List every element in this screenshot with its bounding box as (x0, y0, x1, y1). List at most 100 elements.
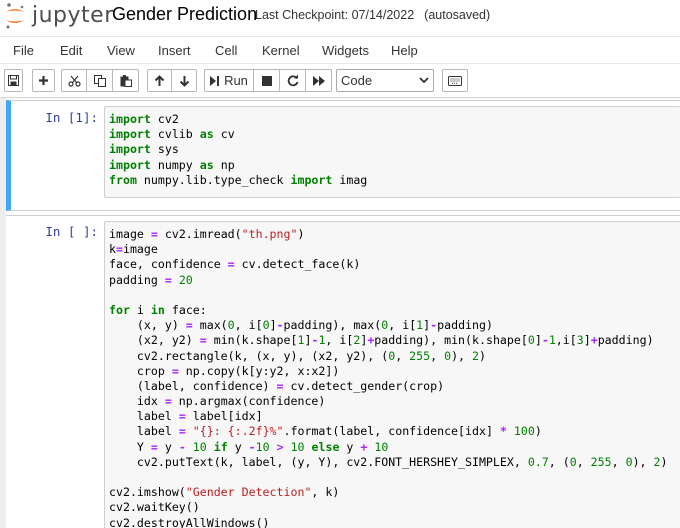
code-token: 2 (472, 348, 479, 363)
code-line: k=image (109, 242, 668, 257)
code-token: else (311, 439, 340, 454)
code-token: ) (297, 227, 305, 241)
code-token: y (339, 439, 361, 454)
code-token: = (185, 318, 193, 333)
code-token: (x2, y2) (109, 333, 200, 348)
menu-widgets[interactable]: Widgets (322, 43, 369, 58)
code-token: label[idx] (185, 409, 263, 424)
save-button[interactable] (4, 69, 23, 92)
cut-button[interactable] (61, 69, 87, 92)
code-line: from numpy.lib.type_check import imag (109, 173, 367, 188)
code-cell-selected[interactable]: In [1]: import cv2 import cvlib as cv impo… (6, 100, 680, 211)
interrupt-button[interactable] (254, 69, 280, 92)
code-line: import sys (109, 142, 367, 157)
code-token: * (499, 424, 507, 439)
code-token: cv2.putText(k, label, (y, Y), cv2.FONT_H… (109, 454, 528, 469)
code-line: cv2.putText(k, label, (y, Y), cv2.FONT_H… (109, 455, 668, 470)
code-token: = (199, 333, 207, 348)
code-token: padding) (437, 318, 493, 333)
code-token: y (157, 439, 179, 454)
code-cell[interactable]: In [ ]: image = cv2.imread("th.png") k=im… (6, 215, 680, 528)
code-token: as (199, 157, 214, 172)
code-token: cv2.waitKey() (109, 500, 200, 515)
code-token: import (290, 172, 333, 187)
arrow-up-icon (154, 74, 165, 86)
code-line: import numpy as np (109, 158, 367, 173)
code-token: ] (583, 333, 591, 348)
menu-file[interactable]: File (13, 43, 34, 58)
autosave-status: (autosaved) (424, 8, 491, 22)
code-token: y (227, 439, 249, 454)
step-forward-icon (210, 75, 220, 86)
cell-type-select[interactable]: Code (336, 69, 434, 92)
plus-icon (39, 76, 48, 85)
code-token: - (276, 318, 284, 333)
code-token: ) (660, 454, 668, 469)
code-token: 255 (590, 454, 612, 469)
code-token: "{}: {:.2f}%" (192, 424, 284, 439)
code-line: import cvlib as cv (109, 127, 367, 142)
code-token: + (590, 333, 598, 348)
code-token: cv (213, 127, 235, 142)
code-token: 0 (444, 348, 452, 363)
code-token: padding (109, 272, 165, 287)
code-token: cvlib (150, 127, 200, 142)
notebook-page: In [1]: import cv2 import cvlib as cv impo… (6, 98, 680, 528)
code-line: (x2, y2) = min(k.shape[1]-1, i[2]+paddin… (109, 333, 668, 348)
menu-view[interactable]: View (107, 43, 135, 58)
code-line: for i in face: (109, 303, 668, 318)
code-token: ), (451, 348, 473, 363)
code-content: image = cv2.imread("th.png") k=image face,… (109, 227, 668, 528)
code-token: 0 (227, 318, 235, 333)
code-line: cv2.rectangle(k, (x, y), (x2, y2), (0, 2… (109, 349, 668, 364)
code-token: 100 (513, 424, 535, 439)
code-token: sys (150, 142, 179, 157)
menu-help[interactable]: Help (391, 43, 418, 58)
checkpoint-status: Last Checkpoint: 07/14/2022 (autosaved) (255, 8, 490, 22)
jupyter-logo[interactable]: jupyter (4, 2, 114, 30)
move-up-button[interactable] (147, 69, 172, 92)
code-line: padding = 20 (109, 273, 668, 288)
code-token: 255 (409, 348, 431, 363)
code-token: = (178, 409, 186, 424)
code-line: cv2.destroyAllWindows() (109, 516, 668, 528)
code-token: 20 (178, 272, 193, 287)
code-line: cv2.waitKey() (109, 500, 668, 515)
code-token: , i[ (325, 333, 354, 348)
code-editor[interactable]: import cv2 import cvlib as cv import sys im… (104, 106, 680, 198)
paste-button[interactable] (113, 69, 139, 92)
code-token: = (164, 272, 172, 287)
run-button[interactable]: Run (204, 69, 254, 92)
code-token: , k) (311, 485, 340, 500)
menu-edit[interactable]: Edit (60, 43, 82, 58)
code-token: = (164, 394, 172, 409)
code-line: import cv2 (109, 112, 367, 127)
menu-kernel[interactable]: Kernel (262, 43, 300, 58)
input-prompt: In [1]: (45, 110, 98, 125)
code-line: label = label[idx] (109, 409, 668, 424)
menu-insert[interactable]: Insert (158, 43, 191, 58)
code-token: , (395, 348, 410, 363)
restart-run-all-button[interactable] (306, 69, 332, 92)
notebook-title[interactable]: Gender Prediction (112, 3, 257, 26)
code-token: ,i[ (555, 333, 577, 348)
code-token: np.argmax(confidence) (171, 394, 326, 409)
jupyter-logo-icon (4, 2, 26, 30)
code-token: ) (479, 348, 486, 363)
code-token: from (109, 172, 137, 187)
copy-button[interactable] (87, 69, 113, 92)
restart-button[interactable] (280, 69, 306, 92)
keyboard-icon (448, 75, 462, 86)
move-down-button[interactable] (172, 69, 197, 92)
code-line: Y = y - 10 if y -10 > 10 else y + 10 (109, 440, 668, 455)
code-token: ) (534, 424, 542, 439)
code-token: "th.png" (241, 227, 298, 241)
command-palette-button[interactable] (442, 69, 468, 92)
insert-cell-button[interactable] (32, 69, 55, 92)
menu-cell[interactable]: Cell (215, 43, 237, 58)
run-button-label: Run (224, 73, 248, 88)
code-editor[interactable]: image = cv2.imread("th.png") k=image face,… (104, 221, 680, 528)
checkpoint-label: Last Checkpoint: 07/14/2022 (255, 8, 415, 22)
